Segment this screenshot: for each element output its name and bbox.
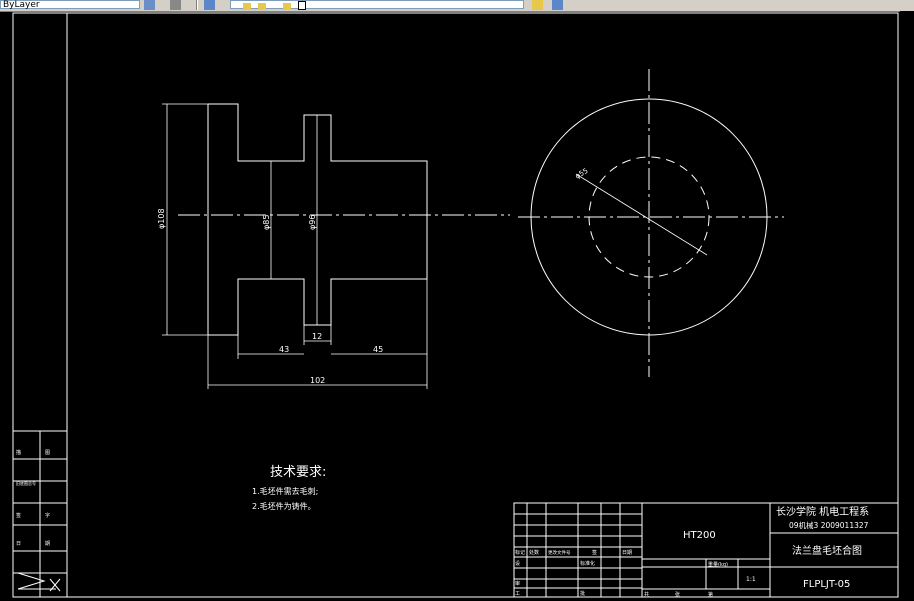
vertical-scrollbar[interactable]	[900, 11, 914, 601]
match-prop-icon[interactable]	[532, 0, 543, 10]
ucs-icon	[17, 572, 61, 592]
notes-title: 技术要求:	[270, 465, 326, 480]
notes-line-2: 2.毛坯件为铸件。	[252, 501, 316, 511]
color-icon	[297, 1, 306, 10]
sidebar-label-4: 签	[16, 512, 21, 519]
sidebar-label-2: 图	[45, 450, 50, 456]
side-view: φ55	[518, 69, 784, 377]
lock-icon	[282, 3, 291, 10]
tb-label-change-doc: 更改文件号	[548, 549, 571, 556]
sidebar-label-3: 旧底图总号	[16, 480, 36, 486]
sidebar-label-7: 期	[45, 541, 50, 547]
tb-label-process: 工	[515, 591, 520, 597]
dim-width-12: 12	[312, 332, 322, 341]
tb-label-standard: 标准化	[580, 560, 595, 567]
dim-dia-55: φ55	[574, 167, 590, 181]
dim-width-45: 45	[373, 345, 383, 354]
sun-icon	[257, 3, 266, 10]
sidebar-label-5: 字	[45, 512, 50, 519]
binding-sidebar: 描 图 旧底图总号 签 字 日 期	[13, 430, 67, 597]
material-label: HT200	[683, 530, 716, 541]
tb-label-review: 审	[515, 580, 520, 587]
toolbar-separator	[196, 0, 198, 10]
tb-label-sign: 签	[592, 549, 597, 556]
layer-state-icon[interactable]	[170, 0, 181, 10]
dim-width-43: 43	[279, 345, 289, 354]
school-department: 长沙学院 机电工程系	[776, 505, 869, 518]
dim-dia-108: φ108	[157, 208, 166, 229]
drawing-frame	[12, 12, 899, 598]
tb-label-approve: 批	[580, 590, 585, 597]
class-student-id: 09机械3 2009011327	[789, 520, 869, 530]
weight-header: 重量(kg)	[708, 561, 728, 568]
technical-notes: 技术要求: 1.毛坯件需去毛刺; 2.毛坯件为铸件。	[252, 465, 326, 511]
front-view	[178, 103, 510, 336]
dim-total-102: 102	[310, 376, 325, 385]
drawing-number: FLPLJT-05	[803, 579, 850, 590]
tb-bottom-zhang: 张	[675, 591, 680, 598]
title-block: 标记 处数 更改文件号 签 日期 设 标准化 审 工 批 HT200 重量(kg…	[513, 502, 899, 598]
scale-value: 1:1	[746, 576, 756, 583]
tb-bottom-di: 第	[708, 591, 713, 598]
sidebar-label-6: 日	[16, 541, 21, 547]
outer-border	[12, 12, 899, 598]
sidebar-label-1: 描	[16, 449, 21, 456]
tb-label-mark: 标记	[515, 549, 525, 556]
front-dimensions: φ108 φ85 φ96 12 43 45 102	[157, 103, 428, 389]
layer-combo[interactable]: ByLayer	[0, 0, 140, 10]
layer-prev-icon[interactable]	[204, 0, 215, 10]
layer-state-combo[interactable]	[230, 0, 524, 10]
tb-label-count: 处数	[529, 549, 539, 556]
dim-dia-96: φ96	[308, 215, 317, 230]
layer-combo-value: ByLayer	[3, 0, 40, 10]
layer-props-icon[interactable]	[144, 0, 155, 10]
tb-label-design: 设	[515, 560, 520, 567]
cad-drawing-canvas[interactable]: 描 图 旧底图总号 签 字 日 期 φ108 φ85 φ96 12 43 45 …	[0, 11, 900, 601]
tb-bottom-gong: 共	[644, 591, 649, 598]
tb-label-date: 日期	[622, 550, 632, 556]
part-name: 法兰盘毛坯合图	[792, 544, 862, 557]
bulb-icon	[243, 3, 251, 10]
notes-line-1: 1.毛坯件需去毛刺;	[252, 486, 318, 496]
dim-dia-85: φ85	[262, 215, 271, 230]
layer-extra-icon[interactable]	[552, 0, 563, 10]
